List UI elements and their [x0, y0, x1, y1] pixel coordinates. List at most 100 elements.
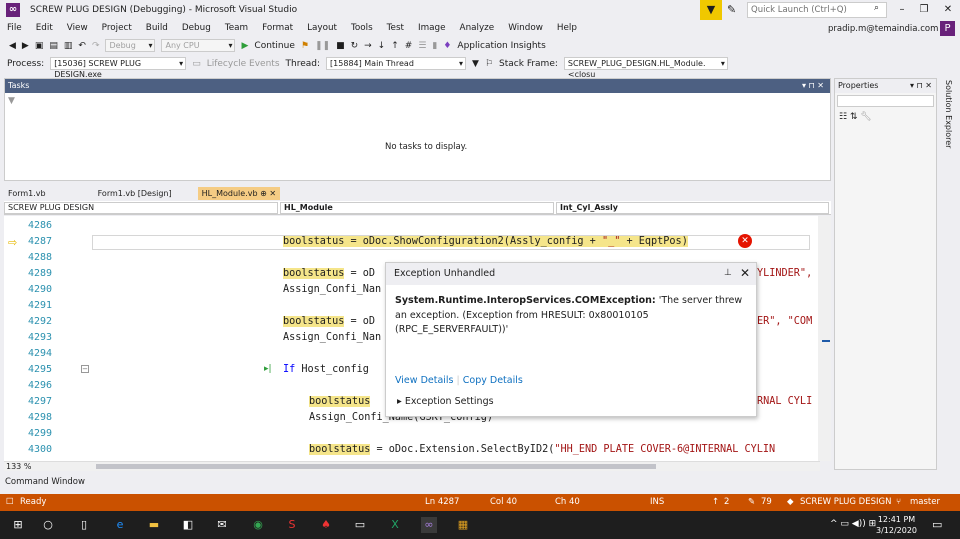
filter-icon[interactable]: ▼: [472, 59, 479, 69]
close-icon[interactable]: ✕: [740, 266, 750, 280]
pencil-icon[interactable]: ✎: [748, 494, 755, 511]
filter-icon[interactable]: ▼: [8, 96, 15, 106]
scroll-thumb[interactable]: [96, 464, 656, 469]
step-over-icon[interactable]: ↓: [378, 41, 386, 51]
menu-debug[interactable]: Debug: [175, 21, 218, 36]
status-branch[interactable]: master: [910, 494, 940, 511]
project-select[interactable]: SCREW PLUG DESIGN: [4, 202, 278, 214]
save-icon[interactable]: ▤: [49, 41, 58, 51]
bookmark-icon[interactable]: ▮: [432, 41, 437, 51]
continue-icon[interactable]: ▶: [241, 41, 248, 51]
configuration-select[interactable]: Debug: [105, 39, 156, 52]
step-into-icon[interactable]: →: [364, 41, 372, 51]
properties-window-controls-icon[interactable]: ▾ ⊓ ✕: [910, 79, 932, 93]
status-unpushed[interactable]: 2: [724, 494, 729, 511]
tab-hl-module[interactable]: HL_Module.vb ⊕ ✕: [197, 187, 281, 200]
module-select[interactable]: HL_Module: [280, 202, 554, 214]
process-select[interactable]: [15036] SCREW PLUG DESIGN.exe: [50, 57, 187, 79]
store-icon[interactable]: ◧: [180, 517, 196, 533]
menu-analyze[interactable]: Analyze: [453, 21, 502, 36]
solution-explorer-label[interactable]: Solution Explorer: [944, 80, 953, 148]
member-select[interactable]: Int_Cyl_Assly: [556, 202, 829, 214]
edge-icon[interactable]: e: [112, 517, 128, 533]
close-button[interactable]: ✕: [938, 2, 958, 18]
menu-project[interactable]: Project: [95, 21, 139, 36]
hex-icon[interactable]: #: [405, 41, 413, 51]
vertical-scrollbar[interactable]: [818, 216, 831, 461]
tab-form1[interactable]: Form1.vb: [4, 187, 50, 200]
system-clock[interactable]: 12:41 PM 3/12/2020: [876, 514, 917, 536]
windows-start-icon[interactable]: ⊞: [10, 517, 26, 533]
chrome-icon[interactable]: ◉: [250, 517, 266, 533]
exception-settings-expander[interactable]: ▸ Exception Settings: [397, 396, 494, 407]
redo-icon[interactable]: ↷: [92, 41, 100, 51]
debug-target-icon[interactable]: ⚑: [301, 41, 309, 51]
horizontal-scrollbar[interactable]: [4, 461, 820, 471]
menu-window[interactable]: Window: [501, 21, 550, 36]
menu-tools[interactable]: Tools: [344, 21, 380, 36]
stop-icon[interactable]: ■: [336, 41, 345, 51]
file-explorer-icon[interactable]: ▬: [146, 517, 162, 533]
comment-icon[interactable]: ☰: [418, 41, 426, 51]
thread-select[interactable]: [15884] Main Thread: [326, 57, 467, 70]
visual-studio-icon[interactable]: ∞: [421, 517, 437, 533]
task-view-icon[interactable]: ▯: [76, 517, 92, 533]
branch-icon[interactable]: ⑂: [896, 494, 901, 511]
menu-team[interactable]: Team: [218, 21, 255, 36]
stack-frame-select[interactable]: SCREW_PLUG_DESIGN.HL_Module.<closu: [563, 57, 728, 79]
lifecycle-events-button[interactable]: Lifecycle Events: [207, 59, 280, 69]
user-account[interactable]: pradip.m@temaindia.com: [828, 24, 938, 34]
excel-icon[interactable]: X: [387, 517, 403, 533]
properties-object-select[interactable]: [837, 95, 934, 107]
wrench-icon[interactable]: 🔧︎: [860, 112, 871, 122]
application-insights-button[interactable]: Application Insights: [457, 41, 545, 51]
restart-icon[interactable]: ↻: [351, 41, 359, 51]
blank-app-icon[interactable]: ▭: [352, 517, 368, 533]
collapse-icon[interactable]: −: [81, 365, 89, 373]
acrobat-icon[interactable]: ♠: [318, 517, 334, 533]
continue-button[interactable]: Continue: [254, 41, 294, 51]
menu-build[interactable]: Build: [139, 21, 175, 36]
solidworks-icon[interactable]: S: [284, 517, 300, 533]
tasks-window-controls-icon[interactable]: ▾ ⊓ ✕: [802, 79, 824, 93]
menu-help[interactable]: Help: [550, 21, 584, 36]
minimize-button[interactable]: –: [892, 2, 912, 18]
menu-edit[interactable]: Edit: [29, 21, 60, 36]
notifications-filter-icon[interactable]: ▼: [700, 0, 722, 20]
flag-icon[interactable]: ⚐: [485, 59, 493, 69]
forward-icon[interactable]: ▶: [22, 41, 29, 51]
tray-icons[interactable]: ^ ▭ ◀)) ⊞: [830, 519, 876, 529]
tab-form1-design[interactable]: Form1.vb [Design]: [94, 187, 176, 200]
menu-format[interactable]: Format: [255, 21, 300, 36]
view-details-link[interactable]: View Details: [395, 375, 454, 386]
alphabetical-icon[interactable]: ⇅: [850, 112, 858, 122]
menu-file[interactable]: File: [0, 21, 29, 36]
pause-icon[interactable]: ❚❚: [315, 41, 330, 51]
categorized-icon[interactable]: ☷: [839, 112, 847, 122]
menu-view[interactable]: View: [60, 21, 95, 36]
new-project-icon[interactable]: ▣: [35, 41, 44, 51]
push-icon[interactable]: ↑: [712, 494, 719, 511]
menu-test[interactable]: Test: [380, 21, 411, 36]
status-changes[interactable]: 79: [761, 494, 772, 511]
save-all-icon[interactable]: ▥: [64, 41, 73, 51]
menu-image[interactable]: Image: [411, 21, 453, 36]
copy-details-link[interactable]: Copy Details: [463, 375, 523, 386]
app-icon[interactable]: ▦: [455, 517, 471, 533]
platform-select[interactable]: Any CPU: [161, 39, 236, 52]
close-icon[interactable]: ⊕ ✕: [260, 189, 276, 198]
menu-layout[interactable]: Layout: [300, 21, 344, 36]
mail-icon[interactable]: ✉: [214, 517, 230, 533]
back-icon[interactable]: ◀: [9, 41, 16, 51]
error-icon[interactable]: ✕: [738, 234, 752, 248]
maximize-button[interactable]: ❐: [914, 2, 934, 18]
command-window-tab[interactable]: Command Window: [0, 475, 960, 494]
zoom-level[interactable]: 133 %: [6, 462, 31, 471]
undo-icon[interactable]: ↶: [78, 41, 86, 51]
feedback-icon[interactable]: ✎: [727, 3, 736, 16]
repo-icon[interactable]: ◆: [787, 494, 794, 511]
run-to-click-icon[interactable]: ▸|: [264, 364, 272, 374]
status-repo[interactable]: SCREW PLUG DESIGN: [800, 494, 891, 511]
notifications-icon[interactable]: ▭: [932, 518, 942, 531]
avatar[interactable]: P: [940, 21, 955, 36]
